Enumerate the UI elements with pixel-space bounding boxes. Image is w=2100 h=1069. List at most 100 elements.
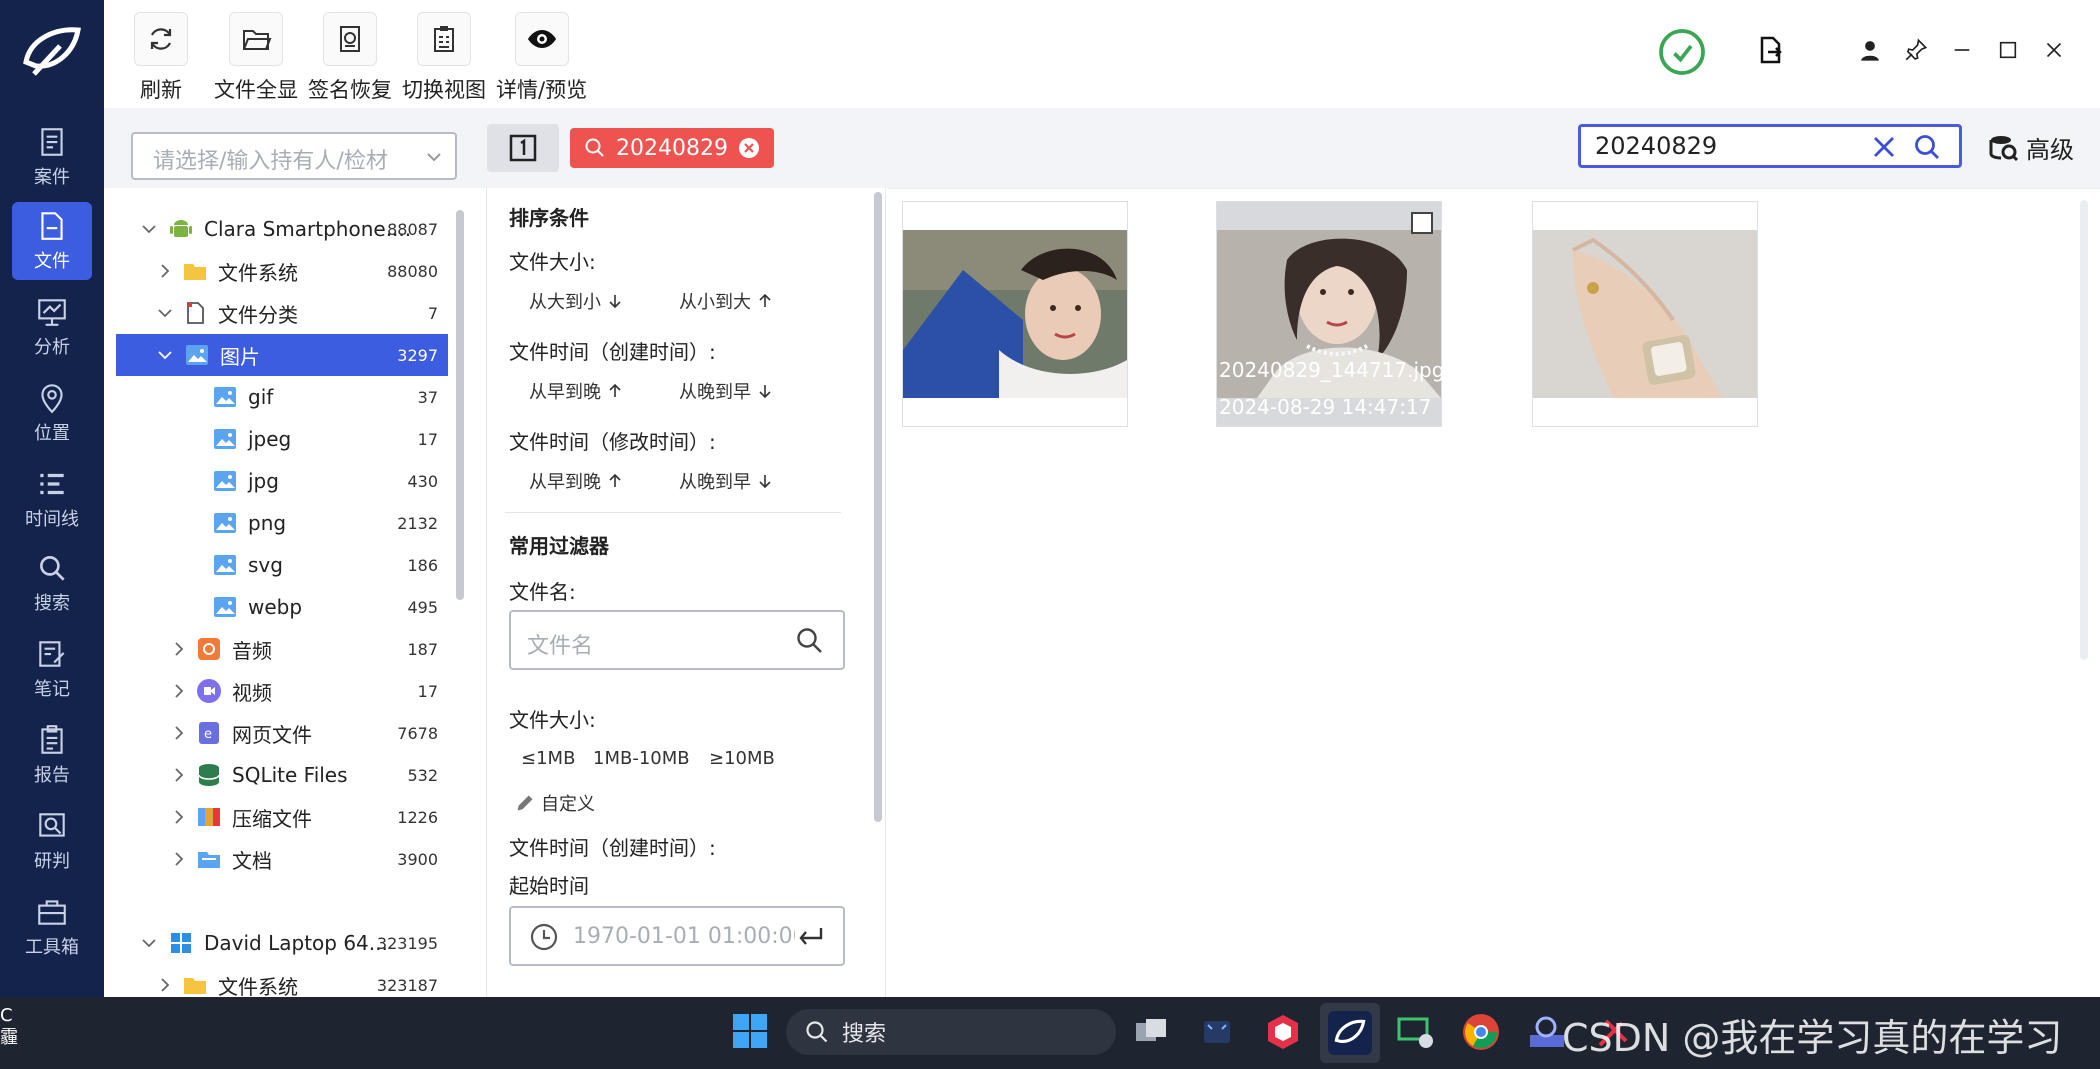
size-filter-ge10mb[interactable]: ≥10MB: [709, 748, 775, 769]
minimize-button[interactable]: [1942, 30, 1982, 70]
tree-node-images[interactable]: 图片 3297: [116, 334, 448, 376]
sort-size-desc[interactable]: 从大到小: [529, 288, 623, 314]
start-time-label: 起始时间: [509, 874, 589, 898]
nav-item-location[interactable]: 位置: [12, 374, 92, 452]
task-view-icon[interactable]: [1130, 1011, 1172, 1053]
nav-item-analysis[interactable]: 分析: [12, 288, 92, 366]
shield-status-button[interactable]: [1656, 26, 1708, 78]
tree-node-gif[interactable]: gif 37: [116, 376, 448, 418]
active-search-tag[interactable]: 20240829: [570, 128, 774, 168]
nav-label: 笔记: [34, 679, 70, 700]
forensics-app-icon[interactable]: [1328, 1011, 1372, 1055]
nav-item-file[interactable]: 文件: [12, 202, 92, 280]
tree-node-webpage[interactable]: e 网页文件 7678: [116, 712, 448, 754]
pin-button[interactable]: [1896, 30, 1936, 70]
view-toggle-button[interactable]: [487, 124, 559, 172]
left-nav: 案件 文件 分析 位置 时间线 搜索 笔记 报告 研判 工具箱: [0, 0, 104, 997]
tree-node-archive[interactable]: 压缩文件 1226: [116, 796, 448, 838]
switch-view-button[interactable]: 切换视图: [402, 12, 486, 104]
cat-app-icon[interactable]: [1196, 1011, 1238, 1053]
start-time-input[interactable]: 1970-01-01 01:00:00: [509, 906, 845, 966]
filter-scrollbar[interactable]: [874, 192, 882, 822]
chrome-icon[interactable]: [1460, 1011, 1502, 1053]
shield-check-icon: [1659, 29, 1705, 75]
refresh-button[interactable]: 刷新: [134, 12, 188, 104]
advanced-search-button[interactable]: 高级: [1988, 130, 2074, 165]
detail-preview-button[interactable]: 详情/预览: [496, 12, 587, 104]
nav-label: 研判: [34, 851, 70, 872]
weather-widget[interactable]: C 霾: [0, 1005, 18, 1049]
nav-label: 工具箱: [25, 937, 79, 958]
enter-icon[interactable]: [795, 922, 825, 952]
maximize-button[interactable]: [1988, 30, 2028, 70]
tree-node-audio[interactable]: 音频 187: [116, 628, 448, 670]
folder-icon: [184, 978, 206, 994]
tree-node-jpg[interactable]: jpg 430: [116, 460, 448, 502]
clear-search-icon[interactable]: [1871, 134, 1897, 160]
tree-node-filesystem-david[interactable]: 文件系统 323187: [116, 964, 448, 997]
tree-node-jpeg[interactable]: jpeg 17: [116, 418, 448, 460]
gallery-item[interactable]: [902, 201, 1128, 427]
sort-size-label: 文件大小:: [509, 250, 596, 274]
tree-node-device-david[interactable]: David Laptop 64... 323195: [116, 922, 448, 964]
windows-start-icon[interactable]: [730, 1011, 770, 1051]
search-icon[interactable]: [1913, 133, 1941, 161]
nav-item-report[interactable]: 报告: [12, 716, 92, 794]
pencil-icon: [517, 795, 533, 811]
nav-item-toolbox[interactable]: 工具箱: [12, 888, 92, 966]
item-checkbox[interactable]: [1411, 212, 1433, 234]
sort-ctime-desc[interactable]: 从晚到早: [679, 378, 773, 404]
image-icon: [214, 471, 236, 491]
tree-node-sqlite[interactable]: SQLite Files 532: [116, 754, 448, 796]
sort-mtime-asc[interactable]: 从早到晚: [529, 468, 623, 494]
owner-select[interactable]: 请选择/输入持有人/检材: [131, 132, 457, 180]
show-all-files-button[interactable]: 文件全显: [214, 12, 298, 104]
tree-node-svg[interactable]: svg 186: [116, 544, 448, 586]
gallery-item[interactable]: [1532, 201, 1758, 427]
export-button[interactable]: [1750, 30, 1790, 70]
security-app-icon[interactable]: [1262, 1011, 1304, 1053]
search-input[interactable]: 20240829: [1578, 124, 1962, 168]
chevron-right-icon: [161, 978, 170, 992]
sort-mtime-desc[interactable]: 从晚到早: [679, 468, 773, 494]
nav-item-note[interactable]: 笔记: [12, 630, 92, 708]
ctime-filter-label: 文件时间（创建时间）:: [509, 836, 716, 860]
database-search-icon: [1989, 135, 2019, 161]
nav-item-case[interactable]: 案件: [12, 118, 92, 196]
tree-node-video[interactable]: 视频 17: [116, 670, 448, 712]
nav-item-judge[interactable]: 研判: [12, 802, 92, 880]
tree-node-device-clara[interactable]: Clara Smartphone.... 88087: [116, 208, 448, 250]
size-filter-1-10mb[interactable]: 1MB-10MB: [593, 748, 690, 769]
tree-node-documents[interactable]: 文档 3900: [116, 838, 448, 880]
tree-node-webp[interactable]: webp 495: [116, 586, 448, 628]
chevron-down-icon: [142, 225, 156, 234]
sort-ctime-asc[interactable]: 从早到晚: [529, 378, 623, 404]
tree-node-file-category[interactable]: 文件分类 7: [116, 292, 448, 334]
maximize-icon: [1999, 41, 2017, 59]
switch-view-icon: [434, 26, 454, 52]
search-row: 请选择/输入持有人/检材 20240829 20240829 高级: [104, 108, 2100, 188]
gallery-scrollbar[interactable]: [2080, 200, 2088, 660]
app-logo-icon: [23, 27, 81, 76]
minimize-icon: [1954, 49, 1970, 51]
filename-input[interactable]: 文件名: [509, 610, 845, 670]
size-filter-custom[interactable]: 自定义: [515, 790, 595, 816]
tree-node-filesystem[interactable]: 文件系统 88080: [116, 250, 448, 292]
tag-remove-icon[interactable]: [738, 137, 760, 159]
gallery-item-selected[interactable]: 20240829_144717.jpg 2024-08-29 14:47:17: [1216, 201, 1444, 427]
signature-restore-button[interactable]: 签名恢复: [308, 12, 392, 104]
remote-app-icon[interactable]: [1394, 1011, 1436, 1053]
user-button[interactable]: [1850, 30, 1890, 70]
tree-node-png[interactable]: png 2132: [116, 502, 448, 544]
archive-icon: [198, 808, 220, 826]
size-filter-le1mb[interactable]: ≤1MB: [521, 748, 575, 769]
nav-item-search[interactable]: 搜索: [12, 544, 92, 622]
tree-scrollbar[interactable]: [456, 210, 464, 600]
eye-icon: [527, 30, 556, 48]
close-button[interactable]: [2034, 30, 2074, 70]
arrow-down-icon: [759, 385, 771, 399]
image-icon: [214, 513, 236, 533]
nav-item-timeline[interactable]: 时间线: [12, 460, 92, 538]
sort-size-asc[interactable]: 从小到大: [679, 288, 773, 314]
taskbar-search[interactable]: 搜索: [786, 1009, 1116, 1055]
